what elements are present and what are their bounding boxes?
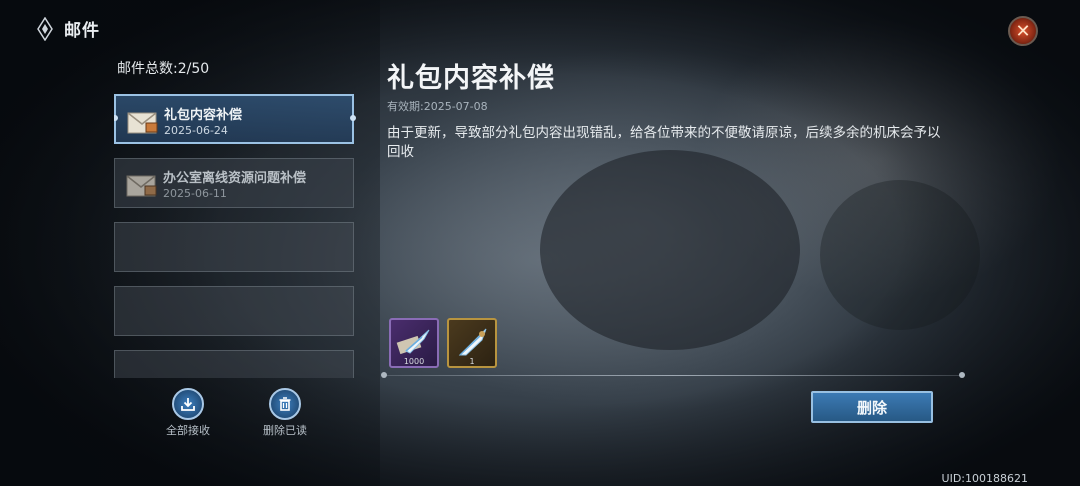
mail-count: 邮件总数:2/50	[117, 61, 210, 77]
mail-body: 由于更新，导致部分礼包内容出现错乱，给各位带来的不便敬请原谅，后续多余的机床会予…	[387, 125, 941, 160]
mail-item[interactable]: 办公室离线资源问题补偿 2025-06-11	[114, 158, 354, 208]
reward-list: 1000 1	[389, 318, 497, 368]
diamond-emblem-icon	[37, 16, 53, 41]
receive-all-button[interactable]: 全部接收	[148, 388, 228, 438]
scroll-quill-icon	[396, 329, 430, 355]
envelope-icon	[126, 175, 157, 197]
mail-slot-empty	[114, 286, 354, 336]
mail-detail-title: 礼包内容补偿	[387, 63, 555, 94]
mail-expiry: 有效期:2025-07-08	[387, 100, 488, 113]
mail-item-selected[interactable]: 礼包内容补偿 2025-06-24	[114, 94, 356, 144]
mail-list[interactable]: 礼包内容补偿 2025-06-24 办公室离线资源问题补偿 2025-06-11	[114, 94, 356, 378]
close-button[interactable]: ✕	[1008, 16, 1038, 46]
download-tray-icon	[172, 388, 204, 420]
divider	[384, 375, 962, 376]
receive-all-label: 全部接收	[166, 424, 210, 437]
delete-read-button[interactable]: 删除已读	[245, 388, 325, 438]
close-icon: ✕	[1015, 20, 1031, 42]
reward-item[interactable]: 1000	[389, 318, 439, 368]
user-id: UID:100188621	[941, 472, 1028, 485]
header: 邮件	[36, 16, 100, 41]
delete-button[interactable]: 删除	[811, 391, 933, 423]
mail-date: 2025-06-11	[163, 187, 227, 200]
envelope-icon	[127, 112, 158, 134]
reward-item[interactable]: 1	[447, 318, 497, 368]
reward-quantity: 1000	[403, 357, 425, 366]
divider-end	[959, 372, 965, 378]
delete-read-label: 删除已读	[263, 424, 307, 437]
mail-title: 礼包内容补偿	[164, 108, 243, 123]
divider-end	[381, 372, 387, 378]
mail-date: 2025-06-24	[164, 124, 228, 137]
page-title: 邮件	[64, 21, 100, 41]
mail-slot-empty	[114, 350, 354, 378]
quill-icon	[458, 328, 487, 356]
reward-quantity: 1	[469, 357, 475, 366]
mail-slot-empty	[114, 222, 354, 272]
mail-title: 办公室离线资源问题补偿	[163, 171, 307, 186]
trash-icon	[269, 388, 301, 420]
